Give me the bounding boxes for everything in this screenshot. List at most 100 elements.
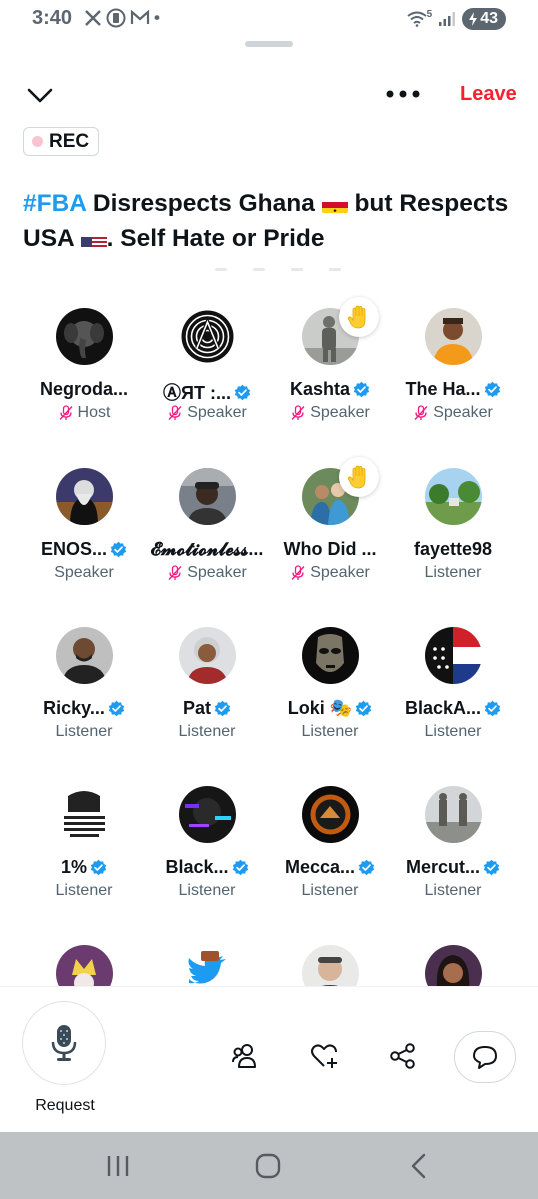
verified-badge-icon xyxy=(483,859,500,876)
mic-muted-icon xyxy=(59,405,73,420)
verified-badge-icon xyxy=(358,859,375,876)
participant-role-row: Speaker xyxy=(386,404,520,422)
status-right: 5 43 xyxy=(407,8,506,30)
participant-name-row: Ricky... xyxy=(17,698,151,719)
recent-apps-icon[interactable] xyxy=(103,1152,133,1180)
participant-card[interactable]: ENOS... Speaker xyxy=(17,460,151,610)
rec-dot-icon xyxy=(32,136,43,147)
request-label: Request xyxy=(35,1097,95,1114)
sheet-grab-handle[interactable] xyxy=(245,41,293,47)
avatar[interactable] xyxy=(425,308,482,365)
avatar[interactable] xyxy=(425,786,482,843)
participant-role-row: Listener xyxy=(17,723,151,741)
participant-card[interactable]: Negroda... Host xyxy=(17,300,151,450)
participant-role: Listener xyxy=(301,882,359,899)
participant-card[interactable]: Who Did ... Speaker xyxy=(263,457,397,610)
participant-card[interactable]: BlackA... Listener xyxy=(386,619,520,769)
rec-label: REC xyxy=(49,130,90,152)
participant-card[interactable]: Mercut... Listener xyxy=(386,778,520,928)
avatar[interactable] xyxy=(425,627,482,684)
people-icon[interactable] xyxy=(230,1041,260,1071)
mic-muted-icon xyxy=(291,565,305,580)
avatar[interactable] xyxy=(302,786,359,843)
verified-badge-icon xyxy=(484,381,500,398)
avatar[interactable] xyxy=(56,786,113,843)
participant-name: Pat xyxy=(182,698,211,718)
participant-name: Ricky... xyxy=(43,698,105,718)
battery-level: 43 xyxy=(480,10,498,27)
participant-name: ENOS... xyxy=(40,539,107,559)
participant-role: Listener xyxy=(424,882,482,899)
participant-name-row: The Ha... xyxy=(386,379,520,400)
heart-plus-icon[interactable] xyxy=(310,1041,340,1071)
participant-name-row: Loki 🎭 xyxy=(263,698,397,719)
participant-name-row: Mecca... xyxy=(263,857,397,878)
raised-hand-icon xyxy=(339,457,379,497)
participant-card[interactable]: Loki 🎭 Listener xyxy=(263,619,397,769)
leave-button[interactable]: Leave xyxy=(460,83,517,106)
chat-button[interactable] xyxy=(454,1031,516,1083)
participant-role: Listener xyxy=(178,723,236,740)
participant-role-row: Listener xyxy=(386,564,520,582)
mic-muted-icon xyxy=(414,405,428,420)
bottom-controls: Request xyxy=(0,986,538,1132)
network-type: 5 xyxy=(426,8,433,20)
avatar[interactable] xyxy=(179,468,236,525)
avatar[interactable] xyxy=(179,786,236,843)
participant-role: Speaker xyxy=(310,564,370,581)
android-nav-bar xyxy=(0,1132,538,1199)
participant-role: Listener xyxy=(55,882,113,899)
participant-card[interactable]: Mecca... Listener xyxy=(263,778,397,928)
more-options-icon[interactable] xyxy=(384,86,422,102)
avatar[interactable] xyxy=(179,308,236,365)
participant-card[interactable]: The Ha... Speaker xyxy=(386,300,520,450)
mic-muted-icon xyxy=(168,565,182,580)
participant-card[interactable]: Ricky... Listener xyxy=(17,619,151,769)
participant-name-row: Black... xyxy=(140,857,274,878)
battery-indicator: 43 xyxy=(462,8,506,30)
participant-card[interactable]: fayette98 Listener xyxy=(386,460,520,610)
participant-name-row: Pat xyxy=(140,698,274,719)
avatar[interactable] xyxy=(425,468,482,525)
share-icon[interactable] xyxy=(388,1041,418,1071)
participant-role: Listener xyxy=(424,564,482,581)
avatar[interactable] xyxy=(302,627,359,684)
participant-card[interactable]: Pat Listener xyxy=(140,619,274,769)
chevron-down-icon[interactable] xyxy=(26,82,54,108)
participant-name: Black... xyxy=(165,857,229,877)
home-icon[interactable] xyxy=(253,1152,283,1180)
participant-name-row: 1% xyxy=(17,857,151,878)
participant-role: Host xyxy=(77,404,111,421)
participant-role-row: Listener xyxy=(140,882,274,900)
participant-card[interactable]: 1% Listener xyxy=(17,778,151,928)
avatar[interactable] xyxy=(56,627,113,684)
participant-name: BlackA... xyxy=(404,698,482,718)
participant-name-row: BlackA... xyxy=(386,698,520,719)
participant-card[interactable]: 𝓔𝓶𝓸𝓽𝓲𝓸𝓷𝓵𝓮𝓼𝓼... Speaker xyxy=(140,460,274,610)
participant-role-row: Speaker xyxy=(140,564,274,582)
participant-role-row: Listener xyxy=(263,723,397,741)
recording-badge: REC xyxy=(23,127,99,156)
participant-card[interactable]: Black... Listener xyxy=(140,778,274,928)
participant-role: Speaker xyxy=(310,404,370,421)
title-hashtag[interactable]: #FBA xyxy=(23,190,86,217)
participant-card[interactable]: Kashta Speaker xyxy=(263,297,397,450)
avatar[interactable] xyxy=(179,627,236,684)
participant-role-row: Listener xyxy=(17,882,151,900)
participant-card[interactable]: ⒶЯT :... Speaker xyxy=(140,300,274,450)
title-text-3: . Self Hate or Pride xyxy=(106,225,325,252)
x-logo-icon xyxy=(85,10,101,26)
wifi-icon xyxy=(407,11,427,27)
participant-role: Listener xyxy=(178,882,236,899)
chat-icon xyxy=(473,1046,497,1069)
status-bar: 3:40 • 5 43 xyxy=(0,0,538,36)
request-to-speak-button[interactable] xyxy=(22,1001,106,1085)
sim-icon xyxy=(106,8,126,28)
verified-badge-icon xyxy=(110,541,127,558)
title-text-1: Disrespects Ghana xyxy=(86,190,322,217)
participant-name-row: Mercut... xyxy=(386,857,520,878)
participant-name-row: Kashta xyxy=(263,379,397,400)
avatar[interactable] xyxy=(56,308,113,365)
avatar[interactable] xyxy=(56,468,113,525)
back-icon[interactable] xyxy=(404,1152,434,1180)
